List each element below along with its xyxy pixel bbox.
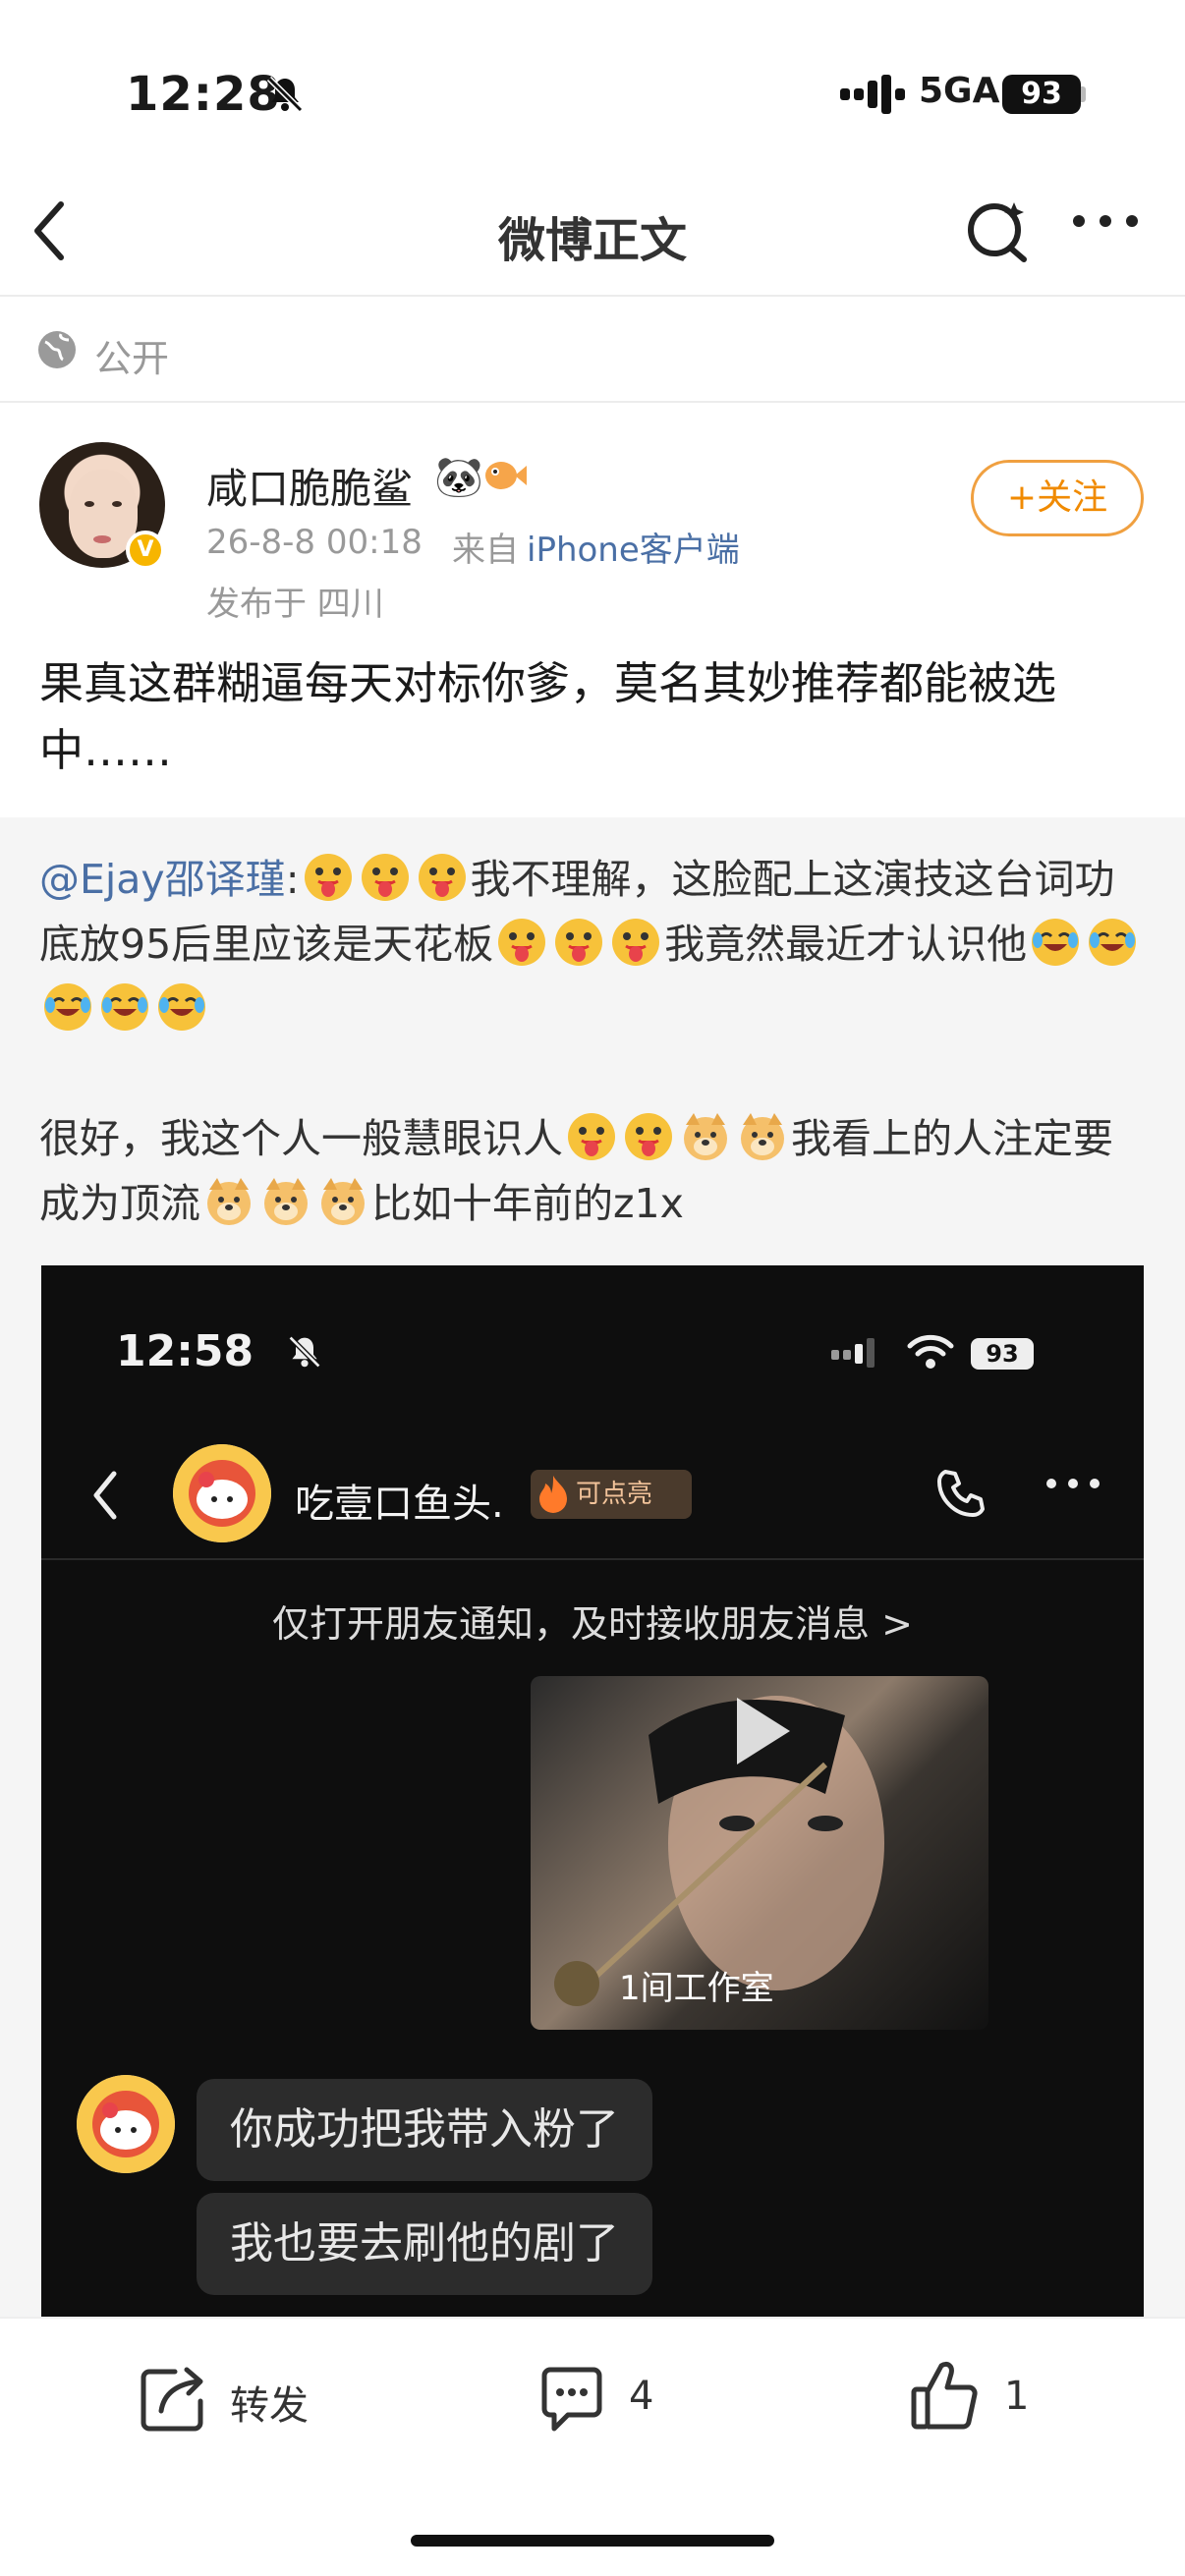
video-channel-name: 1间工作室	[619, 1969, 774, 2008]
chat-contact-name: 吃壹口鱼头.	[295, 1482, 504, 1527]
network-label: 5GA	[919, 71, 1000, 111]
status-time: 12:28	[126, 67, 281, 122]
like-count[interactable]: 1	[1004, 2374, 1029, 2419]
search-icon[interactable]	[963, 196, 1032, 269]
more-icon[interactable]	[1071, 206, 1140, 240]
phone-icon	[933, 1466, 988, 1525]
comment-icon[interactable]	[535, 2362, 609, 2440]
repost-icon[interactable]	[136, 2362, 210, 2440]
tongue-emoji-icon	[498, 919, 546, 966]
signal-icon	[840, 75, 905, 118]
post-date: 26-8-8 00:18	[206, 523, 423, 562]
battery-tip	[1081, 86, 1086, 102]
tongue-emoji-icon	[568, 1113, 615, 1160]
doge-emoji-icon	[321, 1178, 365, 1225]
screenshot-status-time: 12:58	[116, 1326, 254, 1376]
post-location: 发布于 四川	[206, 585, 384, 624]
doge-emoji-icon	[684, 1113, 727, 1160]
chat-avatar	[173, 1444, 271, 1542]
doge-emoji-icon	[207, 1178, 251, 1225]
repost-segment: 比如十年前的z1x	[371, 1180, 684, 1227]
chat-message: 你成功把我带入粉了	[197, 2079, 652, 2181]
silent-bell-icon	[287, 1334, 322, 1373]
nav-divider	[0, 295, 1185, 297]
doge-emoji-icon	[741, 1113, 784, 1160]
channel-avatar	[554, 1961, 599, 2006]
play-icon	[727, 1692, 796, 1774]
comment-count[interactable]: 4	[629, 2374, 653, 2419]
repost-text: @Ejay邵译瑾: 我不理解，这脸配上这演技这台词功底放95后里应该是天花板 我竟然…	[39, 847, 1150, 1236]
signal-icon	[831, 1338, 886, 1372]
message-avatar	[77, 2075, 175, 2173]
laugh-tears-emoji-icon	[44, 983, 91, 1031]
notification-tip: 仅打开朋友通知，及时接收朋友消息 >	[272, 1602, 913, 1646]
laugh-tears-emoji-icon	[1089, 919, 1137, 966]
author-name[interactable]: 咸口脆脆鲨	[206, 456, 413, 516]
laugh-tears-emoji-icon	[101, 983, 148, 1031]
post-source-prefix: 来自	[452, 531, 519, 570]
post-text: 果真这群糊逼每天对标你爹，莫名其妙推荐都能被选中……	[39, 657, 1057, 776]
fish-emoji-icon	[481, 454, 527, 497]
fire-icon	[536, 1474, 570, 1517]
tongue-emoji-icon	[555, 919, 603, 966]
screenshot-divider	[41, 1558, 1144, 1560]
mention-link[interactable]: @Ejay邵译瑾	[39, 856, 286, 903]
tongue-emoji-icon	[418, 854, 466, 901]
globe-icon	[35, 328, 79, 375]
repost-segment: 我竟然最近才认识他	[664, 921, 1028, 968]
follow-button[interactable]: +关注	[971, 460, 1144, 536]
battery-icon: 93	[1002, 75, 1081, 114]
silent-bell-icon	[265, 75, 305, 118]
post-client-link[interactable]: iPhone客户端	[527, 523, 740, 571]
tongue-emoji-icon	[304, 854, 352, 901]
back-icon	[90, 1468, 120, 1527]
laugh-tears-emoji-icon	[158, 983, 205, 1031]
repost-label[interactable]: 转发	[230, 2374, 309, 2431]
home-indicator[interactable]	[411, 2535, 774, 2547]
battery-icon: 93	[971, 1338, 1034, 1370]
more-icon	[1045, 1474, 1100, 1497]
verified-badge-icon: V	[126, 531, 165, 570]
tongue-emoji-icon	[361, 854, 409, 901]
wifi-icon	[906, 1332, 955, 1375]
panda-emoji-icon: 🐼	[434, 455, 483, 500]
tongue-emoji-icon	[612, 919, 660, 966]
doge-emoji-icon	[264, 1178, 308, 1225]
tongue-emoji-icon	[625, 1113, 672, 1160]
repost-colon: :	[285, 856, 300, 903]
visibility-divider	[0, 401, 1185, 403]
repost-segment: 很好，我这个人一般慧眼识人	[39, 1115, 563, 1162]
laugh-tears-emoji-icon	[1032, 919, 1080, 966]
visibility-label: 公开	[94, 337, 170, 380]
chat-message: 我也要去刷他的剧了	[197, 2193, 652, 2295]
like-icon[interactable]	[908, 2356, 987, 2438]
